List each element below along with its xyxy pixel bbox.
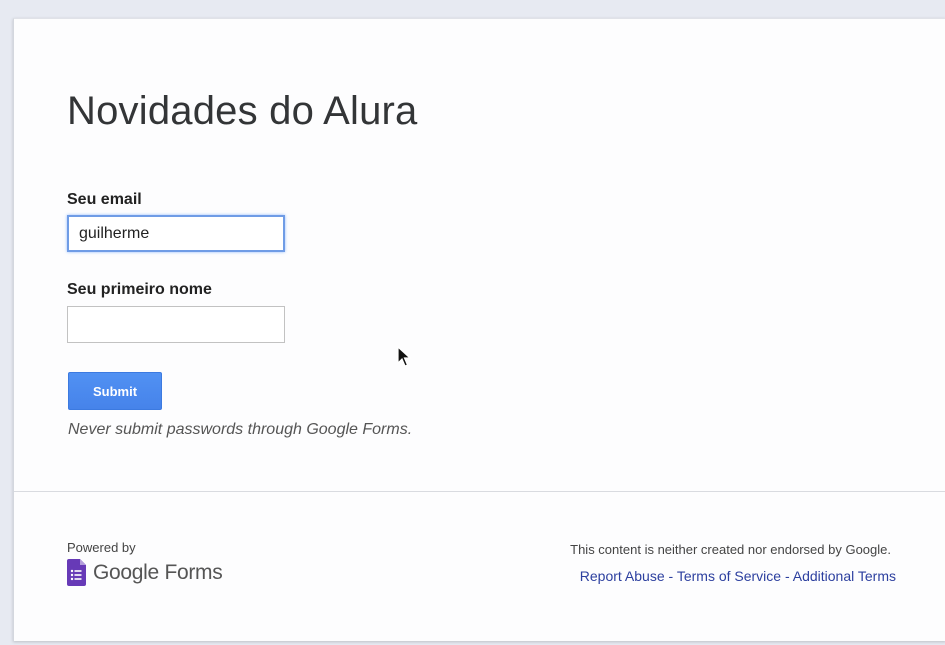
google-forms-wordmark: Google Forms [93,560,223,584]
email-label: Seu email [67,191,142,208]
password-disclaimer: Never submit passwords through Google Fo… [68,421,413,438]
first-name-label: Seu primeiro nome [67,281,212,298]
mouse-cursor-icon [397,346,411,367]
endorsement-note: This content is neither created nor endo… [570,542,891,557]
link-separator: - [664,568,677,584]
submit-button[interactable]: Submit [68,372,162,410]
terms-of-service-link[interactable]: Terms of Service [677,568,781,584]
form-title: Novidades do Alura [67,89,418,133]
additional-terms-link[interactable]: Additional Terms [793,568,896,584]
report-abuse-link[interactable]: Report Abuse [580,568,665,584]
form-card: Novidades do Alura Seu email Seu primeir… [13,18,945,641]
first-name-field[interactable] [67,306,285,343]
email-field[interactable] [67,215,285,252]
link-separator: - [781,568,793,584]
footer-divider [14,491,945,492]
footer-links: Report Abuse - Terms of Service - Additi… [580,568,896,584]
google-forms-icon [67,559,86,586]
powered-by-label: Powered by [67,540,136,555]
google-forms-logo[interactable]: Google Forms [67,559,223,586]
